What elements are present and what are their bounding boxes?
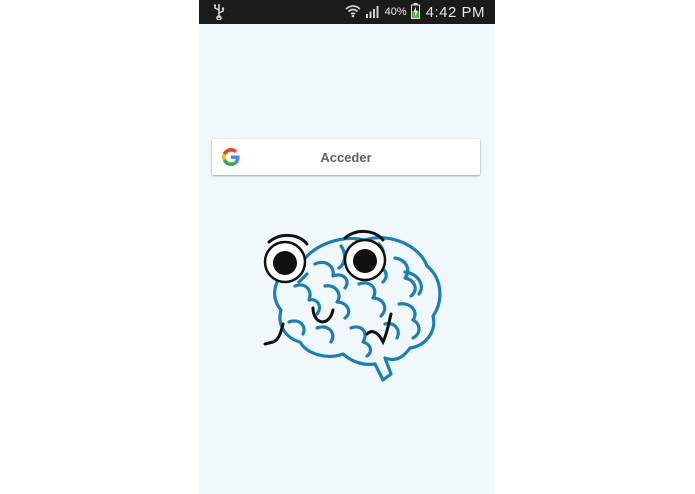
battery-charging-icon	[410, 2, 420, 22]
google-g-icon	[222, 148, 240, 166]
battery-percent: 40%	[384, 6, 407, 18]
app-screen: 40% 4:42 PM Acceder	[199, 0, 495, 494]
signal-icon	[365, 4, 381, 21]
clock: 4:42 PM	[425, 3, 485, 21]
brain-mascot-icon	[263, 230, 442, 382]
sign-in-label: Acceder	[320, 149, 372, 165]
usb-icon	[213, 4, 225, 23]
status-bar: 40% 4:42 PM	[199, 0, 495, 24]
google-sign-in-button[interactable]: Acceder	[212, 139, 480, 175]
wifi-icon	[345, 4, 361, 21]
